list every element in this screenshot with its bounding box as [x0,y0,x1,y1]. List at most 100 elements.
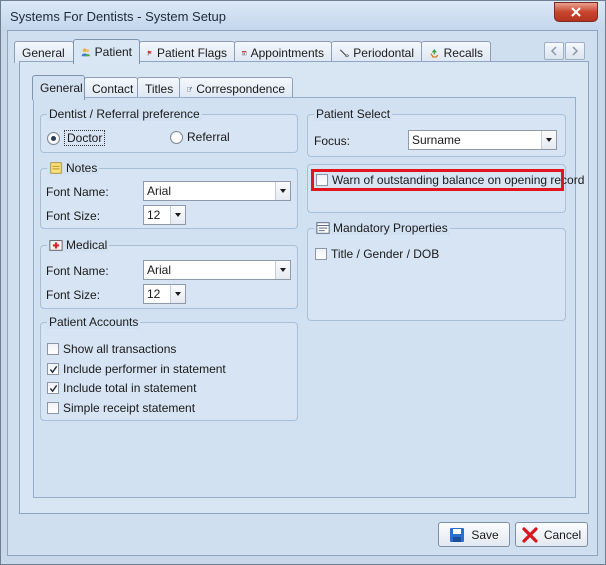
group-title-wrap: Medical [47,238,110,252]
focus-label: Focus: [314,134,351,148]
close-button[interactable] [554,2,598,22]
notes-font-size-combo[interactable]: 12 [143,205,186,225]
save-button[interactable]: Save [438,522,510,547]
simple-receipt-checkbox[interactable]: Simple receipt statement [47,401,195,415]
mandatory-properties-group: Mandatory Properties [307,221,566,321]
notes-font-size-label: Font Size: [46,209,101,223]
dropdown-button[interactable] [275,261,290,279]
tab-label: Patient Flags [156,45,227,60]
radio-button[interactable] [47,131,60,145]
button-label: Cancel [543,527,582,542]
inner-tab-strip: General Contact Titles Correspondence [32,75,293,100]
tab-label: Periodontal [353,45,414,60]
medical-font-size-label: Font Size: [46,288,101,302]
tab-scroll-arrows [544,42,585,60]
medical-kit-icon [49,240,63,251]
tab-label: Recalls [443,45,483,60]
tab-label: Contact [92,81,134,96]
notes-font-name-combo[interactable]: Arial [143,181,291,201]
notes-icon [50,162,62,174]
window-title: Systems For Dentists - System Setup [10,9,227,24]
combo-value: Arial [147,184,172,198]
close-icon [571,7,581,17]
checkbox[interactable] [47,343,59,355]
tab-patient-flags[interactable]: Patient Flags [139,41,235,63]
arrow-right-icon [572,46,579,56]
doctor-radio[interactable]: Doctor [47,130,106,146]
inner-tab-general[interactable]: General [32,75,85,100]
checkbox-label: Title / Gender / DOB [331,247,440,261]
focus-combo[interactable]: Surname [408,130,557,150]
chevron-down-icon [175,213,181,217]
outer-tab-strip: General Patient Patient Flags 21 Appoint… [14,39,491,64]
dropdown-button[interactable] [170,285,185,303]
button-label: Save [471,527,499,542]
group-title: Dentist / Referral preference [47,107,202,121]
radio-button[interactable] [170,130,183,144]
group-title: Mandatory Properties [333,221,448,235]
medical-font-name-label: Font Name: [46,264,109,278]
inner-tab-contact[interactable]: Contact [84,77,138,99]
tab-label: Patient [94,45,132,59]
group-title-wrap: Notes [47,161,100,175]
chevron-down-icon [175,292,181,296]
checkbox[interactable] [47,382,59,394]
medical-font-size-combo[interactable]: 12 [143,284,186,304]
calendar-icon: 21 [242,50,247,55]
chevron-down-icon [546,138,552,142]
combo-value: 12 [147,287,161,301]
arrow-left-icon [550,46,557,56]
checkbox-label: Show all transactions [63,342,177,356]
checkbox[interactable] [315,248,327,260]
combo-value: 12 [147,208,161,222]
notes-font-name-label: Font Name: [46,185,109,199]
tab-label: Appointments [250,45,324,60]
include-performer-checkbox[interactable]: Include performer in statement [47,362,226,376]
inner-tab-correspondence[interactable]: Correspondence [179,77,293,99]
tab-recalls[interactable]: Recalls [421,41,491,63]
chevron-down-icon [280,268,286,272]
recycle-icon [430,48,439,58]
form-icon [316,222,330,234]
checkmark-icon [49,365,57,373]
patient-icon [81,48,91,57]
combo-value: Surname [412,133,461,147]
radio-label: Referral [187,130,230,144]
combo-value: Arial [147,263,172,277]
include-total-checkbox[interactable]: Include total in statement [47,381,196,395]
tab-label: Correspondence [196,81,285,96]
cancel-button[interactable]: Cancel [515,522,588,547]
tab-appointments[interactable]: 21 Appointments [234,41,332,63]
floppy-disk-icon [450,527,465,542]
chevron-down-icon [280,189,286,193]
title-bar[interactable]: Systems For Dentists - System Setup [1,1,605,31]
group-title: Patient Accounts [47,315,141,329]
dropdown-button[interactable] [275,182,290,200]
radio-label: Doctor [64,130,106,146]
checkbox[interactable] [47,363,59,375]
checkbox-label: Include performer in statement [63,362,226,376]
tab-patient[interactable]: Patient [73,39,140,64]
group-title: Patient Select [314,107,393,121]
flag-icon [147,50,152,56]
tab-label: General [40,81,83,95]
group-title-wrap: Mandatory Properties [314,221,450,235]
dropdown-button[interactable] [170,206,185,224]
show-all-transactions-checkbox[interactable]: Show all transactions [47,342,176,356]
medical-font-name-combo[interactable]: Arial [143,260,291,280]
referral-radio[interactable]: Referral [170,130,230,144]
tab-label: Titles [145,81,174,96]
tab-general[interactable]: General [14,41,74,63]
tab-scroll-left-button[interactable] [544,42,564,60]
checkmark-icon [49,384,57,392]
tab-label: General [22,45,65,60]
dropdown-button[interactable] [541,131,556,149]
title-gender-dob-checkbox[interactable]: Title / Gender / DOB [315,247,439,261]
tab-periodontal[interactable]: Periodontal [331,41,422,63]
group-title: Medical [66,238,108,252]
annotation-highlight-box [311,169,564,191]
tooth-probe-icon [339,48,350,57]
checkbox[interactable] [47,402,59,414]
inner-tab-titles[interactable]: Titles [137,77,180,99]
tab-scroll-right-button[interactable] [565,42,585,60]
